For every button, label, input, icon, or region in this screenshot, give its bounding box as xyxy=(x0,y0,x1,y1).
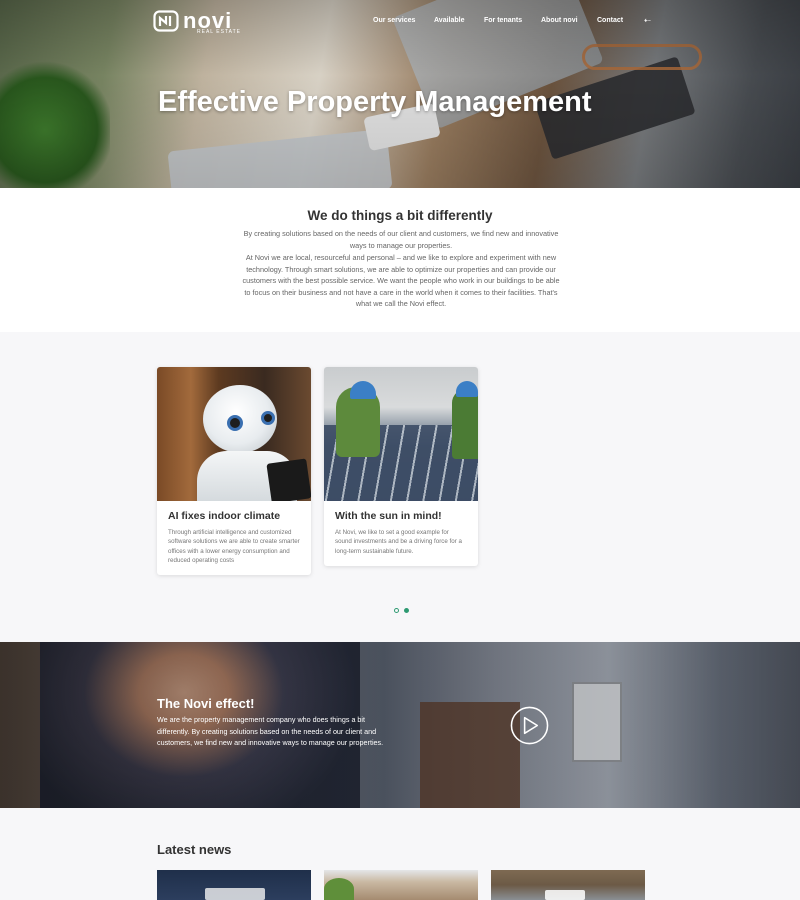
nav-for-tenants[interactable]: For tenants xyxy=(484,17,522,24)
latest-news-section: Latest news xyxy=(0,808,800,900)
logo-wordmark: novi xyxy=(183,8,233,33)
carousel-dot[interactable] xyxy=(394,608,399,613)
arrow-left-icon[interactable]: ⇠ xyxy=(644,16,651,25)
hero-title: Effective Property Management xyxy=(158,86,592,118)
nav-our-services[interactable]: Our services xyxy=(373,17,415,24)
features-carousel: AI fixes indoor climate Through artifici… xyxy=(0,332,800,642)
news-heading: Latest news xyxy=(157,842,232,857)
intro-paragraph-2: At Novi we are local, resourceful and pe… xyxy=(242,253,560,309)
intro-section: We do things a bit differently By creati… xyxy=(0,188,800,332)
hero-banner: novi REAL ESTATE Our services Available … xyxy=(0,0,800,188)
nav-about-novi[interactable]: About novi xyxy=(541,17,578,24)
carousel-dot-active[interactable] xyxy=(404,608,409,613)
feature-card-title: With the sun in mind! xyxy=(335,510,442,522)
feature-card-solar[interactable]: With the sun in mind! At Novi, we like t… xyxy=(324,367,478,566)
play-icon[interactable] xyxy=(510,706,549,745)
feature-card-text: At Novi, we like to set a good example f… xyxy=(335,529,462,555)
video-text: We are the property management company w… xyxy=(157,715,384,747)
feature-card-title: AI fixes indoor climate xyxy=(168,510,281,522)
nav-contact[interactable]: Contact xyxy=(597,17,623,24)
intro-heading: We do things a bit differently xyxy=(307,208,493,223)
solar-workers-photo xyxy=(324,367,478,501)
news-thumbnail[interactable] xyxy=(157,870,311,900)
video-banner: The Novi effect! We are the property man… xyxy=(0,642,800,808)
news-thumbnail[interactable] xyxy=(491,870,645,900)
logo-tagline: REAL ESTATE xyxy=(197,29,241,35)
feature-card-text: Through artificial intelligence and cust… xyxy=(168,529,300,564)
logo-icon xyxy=(153,10,179,32)
news-thumbnail[interactable] xyxy=(324,870,478,900)
site-logo[interactable]: novi REAL ESTATE xyxy=(153,8,240,35)
video-heading: The Novi effect! xyxy=(157,696,255,711)
carousel-dots xyxy=(394,608,409,613)
feature-card-ai[interactable]: AI fixes indoor climate Through artifici… xyxy=(157,367,311,576)
intro-paragraph-1: By creating solutions based on the needs… xyxy=(243,229,559,250)
nav-available[interactable]: Available xyxy=(434,17,464,24)
robot-photo xyxy=(157,367,311,501)
